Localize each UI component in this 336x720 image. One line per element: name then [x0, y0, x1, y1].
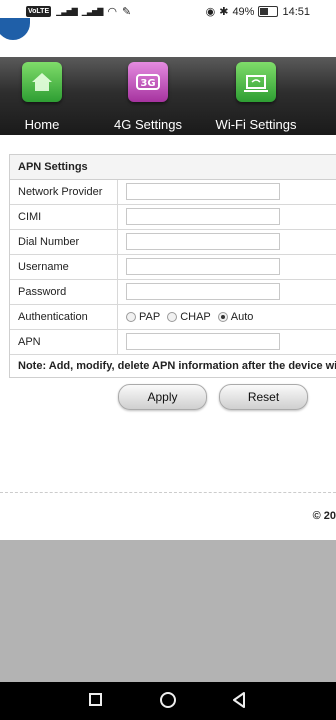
cimi-input[interactable] [126, 208, 280, 225]
radio-pap[interactable] [126, 312, 136, 322]
nav-wifi-label: Wi-Fi Settings [215, 117, 297, 132]
signal-icon-2: ▁▃▅▇ [81, 7, 104, 16]
apn-label: APN [10, 330, 118, 354]
apply-button[interactable]: Apply [118, 384, 207, 410]
page-background [0, 540, 336, 682]
row-password: Password [10, 280, 336, 305]
eye-icon: ◉ [205, 6, 216, 18]
recents-square-icon[interactable] [89, 693, 102, 706]
authentication-radio-group: PAP CHAP Auto [126, 305, 257, 329]
main-content: APN Settings Network Provider CIMI Dial … [0, 135, 336, 540]
battery-percent: 49% [232, 5, 255, 18]
signal-icon: ▁▃▅▇ [56, 7, 78, 16]
system-nav-bar [0, 682, 336, 720]
nav-home-label: Home [24, 117, 60, 132]
apn-settings-panel: APN Settings Network Provider CIMI Dial … [9, 154, 336, 378]
network-provider-input[interactable] [126, 183, 280, 200]
apn-input[interactable] [126, 333, 280, 350]
row-dial-number: Dial Number [10, 230, 336, 255]
brand-logo [0, 18, 30, 40]
volte-icon: VoLTE [26, 6, 52, 17]
svg-text:3G: 3G [140, 78, 155, 89]
home-icon [22, 62, 62, 102]
cimi-label: CIMI [10, 205, 118, 229]
main-nav: Home 3G 4G Settings Wi-Fi Settings [0, 57, 336, 135]
authentication-label: Authentication [10, 305, 118, 329]
radio-chap[interactable] [167, 312, 178, 322]
back-triangle-icon[interactable] [232, 692, 246, 708]
nav-home[interactable]: Home [0, 57, 84, 135]
laptop-wifi-icon [236, 62, 276, 102]
username-input[interactable] [126, 258, 280, 275]
nav-4g-label: 4G Settings [114, 117, 182, 132]
radio-chap-label[interactable]: CHAP [180, 311, 211, 323]
radio-auto[interactable] [217, 312, 228, 322]
username-label: Username [10, 255, 118, 279]
dial-number-input[interactable] [126, 233, 280, 250]
copyright-text: © 20 [312, 510, 336, 522]
dial-number-label: Dial Number [10, 230, 118, 254]
nav-4g-settings[interactable]: 3G 4G Settings [100, 57, 196, 135]
home-circle-icon[interactable] [160, 692, 176, 708]
radio-auto-label[interactable]: Auto [231, 311, 254, 323]
reset-button[interactable]: Reset [219, 384, 308, 410]
3g-icon: 3G [128, 62, 168, 102]
wrench-icon: ✎ [121, 6, 132, 18]
bluetooth-icon: ✱ [219, 6, 229, 18]
row-network-provider: Network Provider [10, 180, 336, 205]
row-cimi: CIMI [10, 205, 336, 230]
apn-note: Note: Add, modify, delete APN informatio… [18, 360, 336, 372]
battery-icon [258, 6, 279, 17]
footer-divider [0, 492, 336, 493]
panel-title: APN Settings [10, 155, 336, 180]
password-input[interactable] [126, 283, 280, 300]
radio-pap-label[interactable]: PAP [139, 311, 160, 323]
password-label: Password [10, 280, 118, 304]
wifi-icon: ◠ [107, 6, 117, 18]
row-apn: APN [10, 330, 336, 355]
clock: 14:51 [282, 5, 310, 18]
row-username: Username [10, 255, 336, 280]
nav-wifi-settings[interactable]: Wi-Fi Settings [206, 57, 306, 135]
row-authentication: Authentication PAP CHAP Auto [10, 305, 336, 330]
network-provider-label: Network Provider [10, 180, 118, 204]
status-bar: VoLTE ▁▃▅▇ ▁▃▅▇ ◠ ✎ ◉ ✱ 49% 14:51 [0, 0, 336, 40]
